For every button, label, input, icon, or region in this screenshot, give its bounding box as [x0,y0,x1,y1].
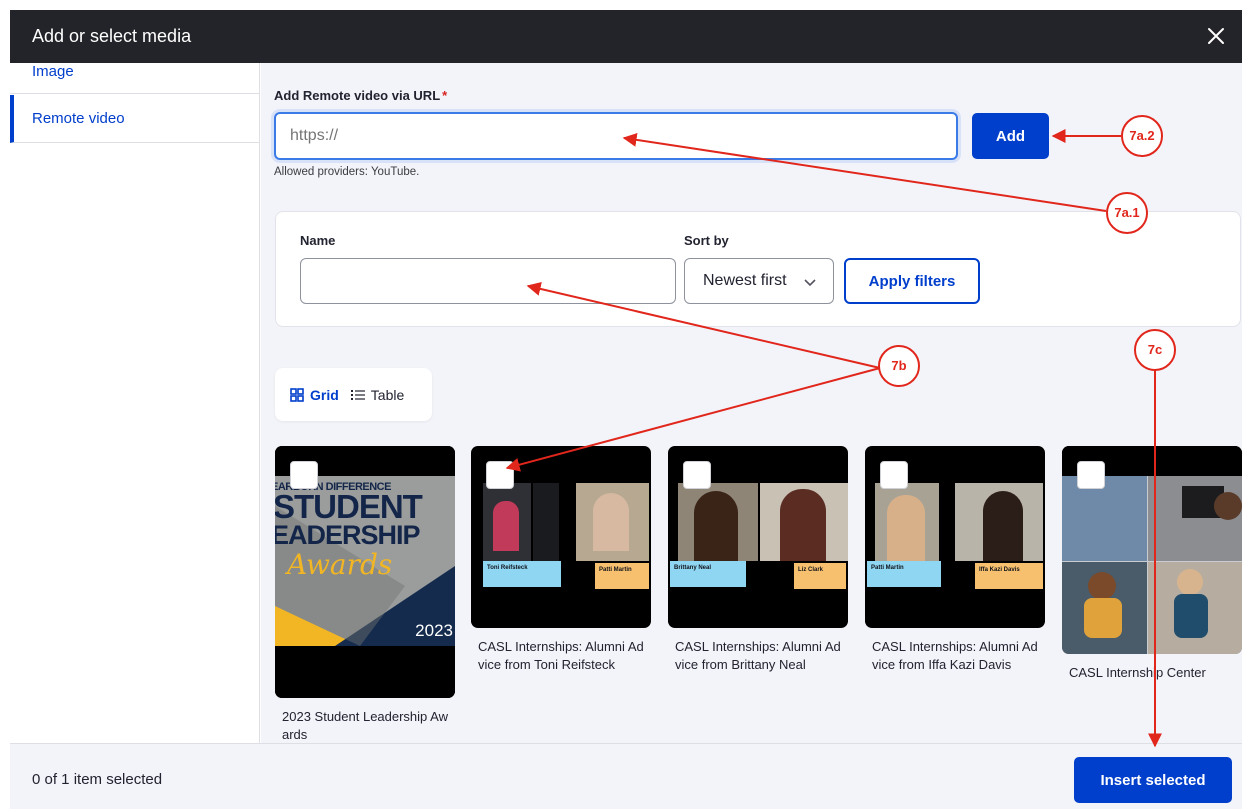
selection-count: 0 of 1 item selected [32,771,163,788]
name-tag: Patti Martin [595,563,649,589]
media-library-panel: Add Remote video via URL* Add Allowed pr… [261,63,1242,743]
media-item[interactable]: Brittany Neal Liz Clark CASL Internships… [668,446,848,674]
callout-label: 7c [1147,342,1163,357]
sort-by-value: Newest first [703,272,787,289]
dialog-titlebar: Add or select media [10,10,1242,63]
sidebar-item-label: Remote video [32,110,125,127]
sidebar-item-image[interactable]: Image [10,63,260,94]
name-tag: Toni Reifsteck [483,561,561,587]
media-thumbnail[interactable]: Patti Martin Iffa Kazi Davis [865,446,1045,628]
filters-panel: Name Sort by Newest first Apply filters [275,211,1241,327]
add-button[interactable]: Add [972,113,1049,159]
select-checkbox[interactable] [486,461,514,489]
name-tag: Brittany Neal [670,561,746,587]
grid-icon [290,387,304,402]
insert-selected-button[interactable]: Insert selected [1074,757,1232,803]
name-filter-label: Name [300,233,336,248]
callout-label: 7b [891,358,907,373]
media-item[interactable]: Toni Reifsteck Patti Martin CASL Interns… [471,446,651,674]
video-frame: Brittany Neal Liz Clark [668,483,848,591]
thumb-text: 2023 [415,621,453,640]
media-caption: 2023 Student Leadership Awards [282,709,449,742]
name-tag: Patti Martin [867,561,941,587]
media-thumbnail[interactable] [1062,446,1242,654]
thumb-text: Awards [287,548,393,581]
select-checkbox[interactable] [1077,461,1105,489]
table-view-label: Table [370,386,405,403]
media-caption: CASL Internships: Alumni Advice from Ton… [478,639,644,672]
sidebar-item-label: Image [32,63,74,80]
list-icon [350,389,365,400]
media-thumbnail[interactable]: Brittany Neal Liz Clark [668,446,848,628]
callout-label: 7a.2 [1129,128,1155,143]
url-label-text: Add Remote video via URL [274,88,441,103]
required-mark: * [442,88,448,103]
name-tag: Liz Clark [794,563,846,589]
media-caption: CASL Internship Center [1069,665,1206,680]
url-field-label: Add Remote video via URL * [274,88,447,103]
sidebar-item-remote-video[interactable]: Remote video [10,95,260,143]
view-toggle: Grid Table [275,368,432,421]
dialog-footer: 0 of 1 item selected Insert selected [10,743,1242,809]
media-item[interactable]: EARBORN DIFFERENCE STUDENT EADERSHIP Awa… [275,446,455,743]
table-view-tab[interactable]: Table [350,386,405,403]
media-item[interactable]: Patti Martin Iffa Kazi Davis CASL Intern… [865,446,1045,674]
media-type-sidebar: Image Remote video [10,63,260,743]
video-frame: Toni Reifsteck Patti Martin [471,483,651,591]
thumb-text: STUDENT [275,488,423,525]
media-caption: CASL Internships: Alumni Advice from Iff… [872,639,1038,672]
name-filter-input[interactable] [300,258,676,304]
allowed-providers-help: Allowed providers: YouTube. [274,166,420,178]
top-band [0,0,1252,10]
select-checkbox[interactable] [880,461,908,489]
grid-view-label: Grid [310,386,339,403]
chevron-down-icon [803,275,817,293]
media-thumbnail[interactable]: Toni Reifsteck Patti Martin [471,446,651,628]
name-tag: Iffa Kazi Davis [975,563,1043,589]
sort-by-select[interactable]: Newest first [684,258,834,304]
select-checkbox[interactable] [290,461,318,489]
media-caption: CASL Internships: Alumni Advice from Bri… [675,639,841,672]
grid-view-tab[interactable]: Grid [290,387,339,403]
close-icon[interactable] [1204,24,1228,48]
media-item[interactable]: CASL Internship Center [1062,446,1242,682]
dialog-title: Add or select media [32,26,192,46]
media-thumbnail[interactable]: EARBORN DIFFERENCE STUDENT EADERSHIP Awa… [275,446,455,698]
thumb-text: EADERSHIP [275,520,421,550]
select-checkbox[interactable] [683,461,711,489]
remote-video-url-input[interactable] [274,112,958,160]
callout-label: 7a.1 [1114,205,1140,220]
video-frame: Patti Martin Iffa Kazi Davis [865,483,1045,591]
sort-by-label: Sort by [684,233,729,248]
apply-filters-button[interactable]: Apply filters [844,258,980,304]
